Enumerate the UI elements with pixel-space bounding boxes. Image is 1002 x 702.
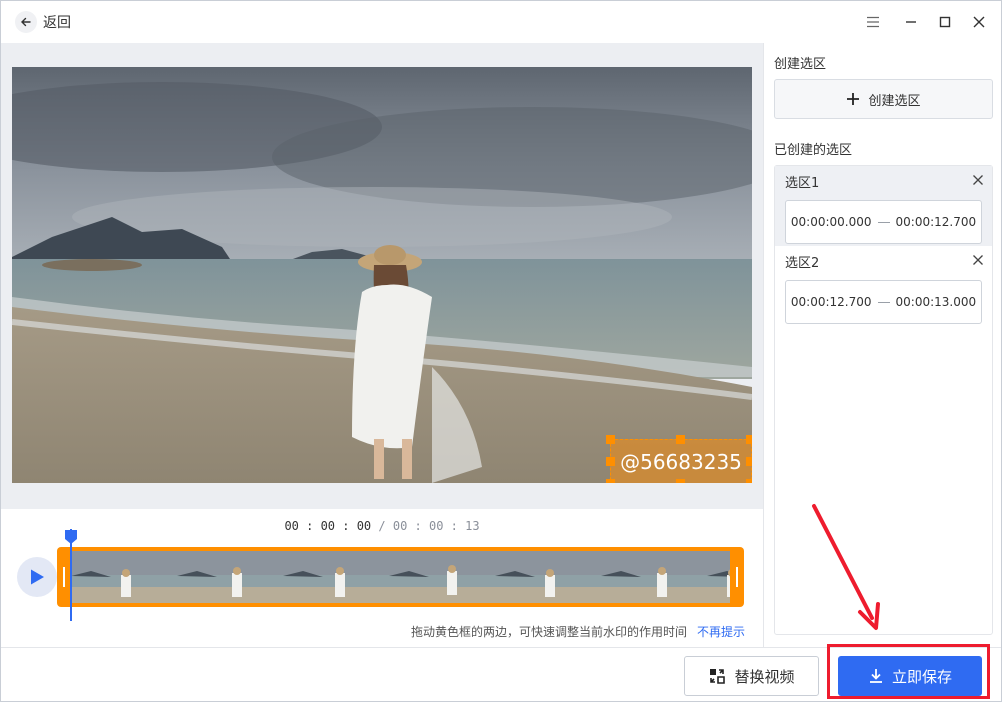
playhead-marker-icon[interactable] (64, 529, 78, 545)
swap-icon (710, 669, 726, 684)
range-start-handle[interactable] (63, 567, 65, 587)
range-dash (877, 301, 890, 303)
close-icon (973, 16, 985, 28)
dont-show-again-link[interactable]: 不再提示 (697, 625, 745, 639)
range-dash (877, 221, 890, 223)
resize-handle[interactable] (606, 435, 615, 444)
resize-handle[interactable] (676, 479, 685, 483)
footer-bar: 替换视频 立即保存 (1, 647, 1001, 701)
total-time: 00 : 00 : 13 (392, 519, 480, 533)
minimize-icon (906, 21, 916, 23)
selection-list: 选区1 00:00:00.000 00:00:12.700 选区2 00:00:… (774, 165, 993, 635)
thumbnail (707, 551, 730, 603)
editor-area: @56683235 00 : 00 : 00 / 00 : 00 : 13 拖动… (1, 43, 763, 647)
range-end-handle[interactable] (736, 567, 738, 587)
thumbnail (389, 551, 495, 603)
thumbnail (283, 551, 389, 603)
current-time: 00 : 00 : 00 (284, 519, 372, 533)
thumbnail (177, 551, 283, 603)
video-preview[interactable]: @56683235 (12, 67, 752, 483)
selection-panel: 创建选区 创建选区 已创建的选区 选区1 00:00:00.000 00:00:… (763, 43, 1001, 647)
save-now-label: 立即保存 (891, 667, 952, 686)
frame-strip (71, 551, 730, 603)
plus-icon (847, 93, 860, 105)
back-button[interactable]: 返回 (15, 10, 71, 34)
remove-selection-button[interactable] (970, 172, 986, 188)
selection-item[interactable]: 选区2 00:00:12.700 00:00:13.000 (775, 246, 992, 326)
video-frame-image (12, 67, 752, 483)
timeline: 00 : 00 : 00 / 00 : 00 : 13 拖动黄色框的两边，可快速… (1, 509, 763, 647)
arrow-left-icon (15, 11, 37, 33)
create-selection-button[interactable]: 创建选区 (774, 79, 993, 119)
menu-icon (867, 16, 879, 28)
thumbnail (495, 551, 601, 603)
thumbnail (601, 551, 707, 603)
created-selections-heading: 已创建的选区 (774, 143, 853, 158)
back-label: 返回 (43, 15, 71, 31)
save-now-button[interactable]: 立即保存 (838, 656, 982, 696)
close-icon (973, 255, 983, 265)
selection-time-range[interactable]: 00:00:12.700 00:00:13.000 (785, 280, 982, 324)
title-bar: 返回 (1, 1, 1001, 43)
range-start: 00:00:12.700 (790, 295, 872, 309)
selection-title: 选区2 (785, 256, 820, 271)
watermark-text: @56683235 (620, 450, 742, 474)
replace-video-label: 替换视频 (734, 667, 795, 686)
play-button[interactable] (17, 557, 57, 597)
resize-handle[interactable] (746, 457, 752, 466)
watermark-time-range[interactable] (57, 547, 744, 607)
watermark-overlay[interactable]: @56683235 (610, 439, 752, 483)
selection-title: 选区1 (785, 176, 820, 191)
create-selection-label: 创建选区 (868, 93, 921, 109)
resize-handle[interactable] (606, 479, 615, 483)
create-selection-heading: 创建选区 (774, 57, 827, 72)
range-end: 00:00:12.700 (895, 215, 977, 229)
app-window: 返回 @56683235 00: 00: 00 / 00: 00: 13… (0, 0, 1002, 702)
maximize-icon (939, 16, 951, 28)
range-start: 00:00:00.000 (790, 215, 872, 229)
play-icon (31, 569, 44, 585)
thumbnail (71, 551, 177, 603)
resize-handle[interactable] (746, 479, 752, 483)
minimize-button[interactable] (901, 12, 921, 32)
resize-handle[interactable] (676, 435, 685, 444)
maximize-button[interactable] (935, 12, 955, 32)
time-readout: 00 : 00 : 00 / 00 : 00 : 13 (1, 519, 763, 533)
replace-video-button[interactable]: 替换视频 (684, 656, 819, 696)
download-icon (869, 669, 882, 683)
resize-handle[interactable] (606, 457, 615, 466)
range-end: 00:00:13.000 (895, 295, 977, 309)
remove-selection-button[interactable] (970, 252, 986, 268)
timeline-hint: 拖动黄色框的两边，可快速调整当前水印的作用时间 不再提示 (411, 623, 745, 640)
time-separator: / (371, 519, 393, 533)
close-window-button[interactable] (969, 12, 989, 32)
selection-item[interactable]: 选区1 00:00:00.000 00:00:12.700 (775, 166, 992, 246)
menu-button[interactable] (863, 12, 883, 32)
close-icon (973, 175, 983, 185)
hint-text: 拖动黄色框的两边，可快速调整当前水印的作用时间 (410, 625, 687, 639)
selection-time-range[interactable]: 00:00:00.000 00:00:12.700 (785, 200, 982, 244)
resize-handle[interactable] (746, 435, 752, 444)
